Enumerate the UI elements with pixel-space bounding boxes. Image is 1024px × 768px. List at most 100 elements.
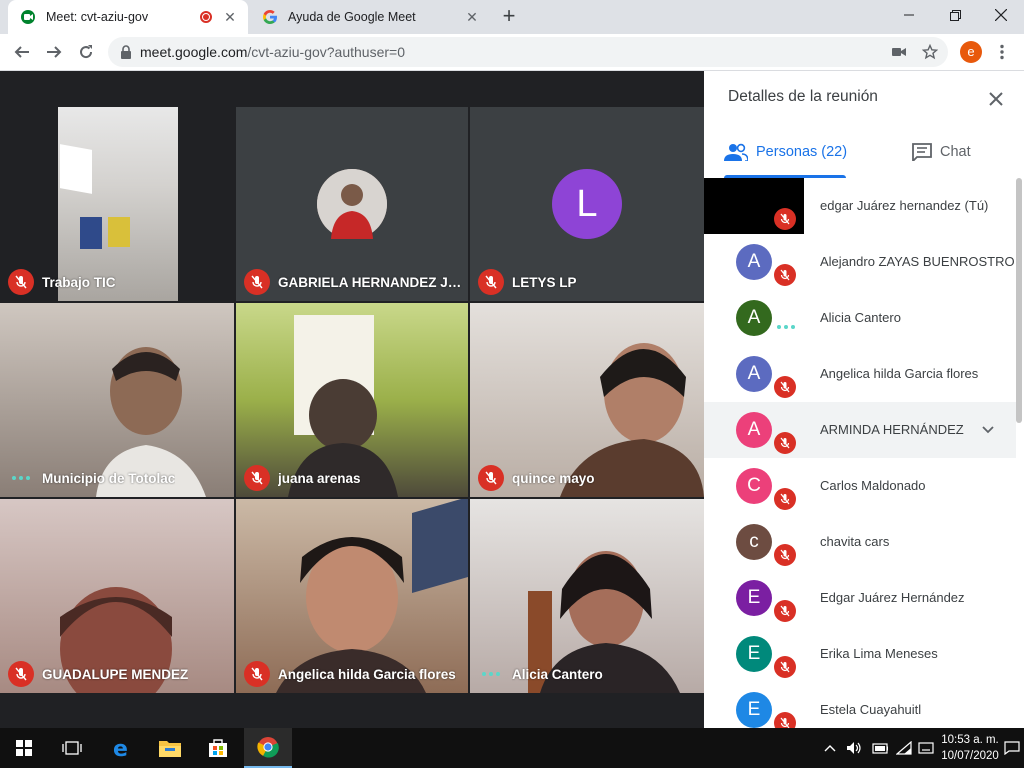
restore-button[interactable] <box>932 0 978 30</box>
participants-list: edgar Juárez hernandez (Tú) A Alejandro ZA… <box>704 178 1016 738</box>
participant-avatar: A <box>736 300 772 336</box>
back-button[interactable] <box>10 40 34 64</box>
tab-meet[interactable]: Meet: cvt-aziu-gov ✕ <box>8 0 248 34</box>
participant-name: chavita cars <box>820 534 890 549</box>
participant-avatar: E <box>736 580 772 616</box>
speaking-indicator-icon <box>8 465 34 491</box>
bookmark-star-icon[interactable] <box>922 44 938 60</box>
arrow-right-icon <box>47 46 62 58</box>
video-tile[interactable]: Angelica hilda Garcia flores <box>236 499 468 693</box>
mic-off-icon <box>774 432 796 454</box>
participant-row[interactable]: A Alejandro ZAYAS BUENROSTRO <box>704 234 1016 290</box>
windows-logo-icon <box>16 740 32 756</box>
reload-button[interactable] <box>74 40 98 64</box>
browser-toolbar: meet.google.com/cvt-aziu-gov?authuser=0 … <box>0 34 1024 71</box>
input-method-button[interactable] <box>918 740 934 756</box>
participant-avatar: C <box>736 468 772 504</box>
scrollbar[interactable] <box>1016 178 1022 423</box>
show-hidden-icons-button[interactable] <box>822 740 838 756</box>
profile-avatar[interactable]: e <box>960 41 982 63</box>
video-grid: Trabajo TIC GABRIELA HERNANDEZ JUA... L … <box>0 71 704 728</box>
close-panel-button[interactable] <box>986 89 1006 109</box>
start-button[interactable] <box>0 728 48 768</box>
participant-name: Angelica hilda Garcia flores <box>820 366 979 381</box>
participant-name: Alicia Cantero <box>512 666 603 682</box>
volume-button[interactable] <box>846 740 862 756</box>
tile-label: Alicia Cantero <box>478 661 603 687</box>
close-icon <box>995 9 1007 21</box>
participant-row[interactable]: C Carlos Maldonado <box>704 458 1016 514</box>
new-tab-button[interactable]: + <box>498 5 520 28</box>
taskbar-chrome[interactable] <box>244 728 292 768</box>
video-tile[interactable]: quince mayo <box>470 303 704 497</box>
network-button[interactable] <box>896 740 912 756</box>
mic-off-icon <box>244 661 270 687</box>
minimize-icon <box>904 14 914 16</box>
participant-row[interactable]: E Erika Lima Meneses <box>704 626 1016 682</box>
tile-label: Trabajo TIC <box>8 269 116 295</box>
participant-name: Carlos Maldonado <box>820 478 926 493</box>
participant-name: Alicia Cantero <box>820 310 901 325</box>
participant-name: juana arenas <box>278 470 361 486</box>
close-window-button[interactable] <box>978 0 1024 30</box>
tab-people[interactable]: Personas (22) <box>724 133 847 171</box>
mic-off-icon <box>774 376 796 398</box>
close-tab-icon[interactable]: ✕ <box>464 9 480 25</box>
participant-row[interactable]: A ARMINDA HERNÁNDEZ <box>704 402 1016 458</box>
taskbar-file-explorer[interactable] <box>146 728 194 768</box>
mic-off-icon <box>8 661 34 687</box>
tile-label: GABRIELA HERNANDEZ JUA... <box>244 269 468 295</box>
participant-avatar: A <box>736 356 772 392</box>
mic-off-icon <box>478 269 504 295</box>
mic-off-icon <box>478 465 504 491</box>
notification-icon <box>1004 741 1020 755</box>
taskbar-store[interactable] <box>194 728 242 768</box>
participant-row[interactable]: edgar Juárez hernandez (Tú) <box>704 178 1016 234</box>
google-meet-favicon-icon <box>21 10 35 24</box>
reload-icon <box>80 45 93 59</box>
mic-off-icon <box>774 656 796 678</box>
chevron-up-icon <box>824 745 836 752</box>
participant-name: Alejandro ZAYAS BUENROSTRO <box>820 254 1015 269</box>
clock-time: 10:53 a. m. <box>941 734 999 746</box>
arrow-left-icon <box>14 46 29 58</box>
participant-row[interactable]: E Edgar Juárez Hernández <box>704 570 1016 626</box>
forward-button[interactable] <box>42 40 66 64</box>
participant-row[interactable]: A Angelica hilda Garcia flores <box>704 346 1016 402</box>
address-bar[interactable]: meet.google.com/cvt-aziu-gov?authuser=0 <box>108 37 948 67</box>
tile-label: Municipio de Totolac <box>8 465 175 491</box>
close-tab-icon[interactable]: ✕ <box>222 9 238 25</box>
participant-name: edgar Juárez hernandez (Tú) <box>820 198 989 213</box>
participant-photo-avatar <box>317 169 387 239</box>
video-tile[interactable]: Municipio de Totolac <box>0 303 234 497</box>
volume-icon <box>847 742 861 754</box>
participant-avatar: A <box>736 244 772 280</box>
mic-off-icon <box>774 488 796 510</box>
url-path: /cvt-aziu-gov?authuser=0 <box>247 44 405 60</box>
video-tile[interactable]: Alicia Cantero <box>470 499 704 693</box>
battery-button[interactable] <box>872 740 888 756</box>
mic-off-icon <box>774 264 796 286</box>
camera-icon[interactable] <box>892 46 906 58</box>
participant-row[interactable]: c chavita cars <box>704 514 1016 570</box>
browser-menu-button[interactable] <box>990 40 1014 64</box>
participant-name: Erika Lima Meneses <box>820 646 938 661</box>
action-center-button[interactable] <box>1004 740 1020 756</box>
tile-label: juana arenas <box>244 465 361 491</box>
system-clock[interactable]: 10:53 a. m. 10/07/2020 <box>940 732 1000 764</box>
participant-row[interactable]: A Alicia Cantero <box>704 290 1016 346</box>
video-tile[interactable]: Trabajo TIC <box>0 107 234 301</box>
video-tile[interactable]: juana arenas <box>236 303 468 497</box>
participant-name: quince mayo <box>512 470 595 486</box>
minimize-button[interactable] <box>886 0 932 30</box>
video-tile[interactable]: GABRIELA HERNANDEZ JUA... <box>236 107 468 301</box>
taskbar-edge[interactable]: e <box>98 728 146 768</box>
tab-meet-help[interactable]: Ayuda de Google Meet ✕ <box>250 0 490 34</box>
chevron-down-icon[interactable] <box>980 422 996 438</box>
task-view-button[interactable] <box>48 728 96 768</box>
video-tile[interactable]: L LETYS LP <box>470 107 704 301</box>
video-tile[interactable]: GUADALUPE MENDEZ <box>0 499 234 693</box>
tab-chat[interactable]: Chat <box>912 133 971 171</box>
people-icon <box>724 143 748 161</box>
participant-avatar: E <box>736 636 772 672</box>
